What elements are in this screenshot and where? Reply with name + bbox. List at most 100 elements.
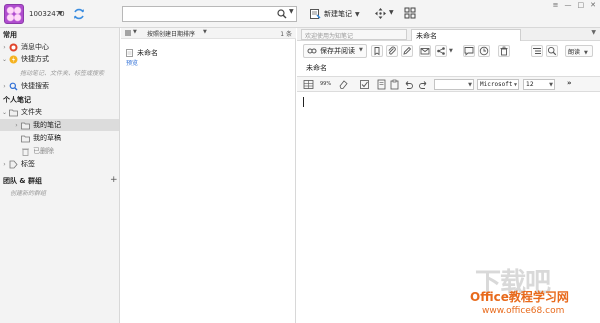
search-options-chevron-icon[interactable]: ▼ [289,8,294,15]
tab-list-chevron-icon[interactable]: ▼ [591,29,596,36]
note-toolbar: 保存并阅读 ▼ ▼ 朗读 ▼ [297,42,600,60]
lightning-icon [9,55,18,63]
undo-icon [405,81,413,89]
chevron-down-icon[interactable]: ▼ [355,11,360,18]
collapse-arrow-icon[interactable]: ⌄ [0,56,9,63]
grid-icon[interactable] [404,7,416,19]
tab-untitled[interactable]: 未命名 [411,29,521,41]
collapse-arrow-icon[interactable]: ⌄ [0,109,9,116]
eraser-button[interactable] [338,79,349,90]
top-toolbar: 10032470 ▼ ▼ 新建笔记 ▼ ▼ ≡ — □ ✕ [0,0,600,28]
more-tools-button[interactable]: » [567,79,572,87]
new-note-button[interactable]: 新建笔记 ▼ [306,6,363,22]
comment-button[interactable] [463,45,475,57]
view-mode-icon[interactable] [124,29,132,37]
note-list-panel: ▼ 按照创建日期排序 ▼ 1 条 未命名 预览 [121,28,296,323]
chevron-down-icon[interactable]: ▼ [58,10,63,17]
note-preview: 预览 [126,60,139,67]
tab-bar: 欢迎使用为知笔记 未命名 ▼ [297,28,600,41]
maximize-icon[interactable]: □ [578,1,585,9]
window-controls: ≡ — □ ✕ [553,1,596,9]
expand-arrow-icon[interactable]: › [12,122,21,129]
paste-button[interactable] [389,79,400,90]
new-note-label: 新建笔记 [324,10,352,18]
expand-arrow-icon[interactable]: › [0,44,9,51]
chevron-down-icon[interactable]: ▼ [449,48,453,54]
chevron-down-icon: ▼ [513,82,517,88]
note-icon [126,49,133,57]
sort-selector[interactable]: 按照创建日期排序 [147,29,195,38]
minimize-icon[interactable]: — [565,1,572,9]
sidebar-item-deleted[interactable]: 已删除 [0,145,119,157]
expand-arrow-icon[interactable]: › [0,83,9,90]
find-button[interactable] [546,45,558,57]
search-icon [547,46,557,56]
editor-panel: 欢迎使用为知笔记 未命名 ▼ 保存并阅读 ▼ ▼ 朗读 ▼ 未命名 99% ▼ … [297,28,600,323]
move-arrows-icon[interactable] [374,7,387,20]
note-count: 1 条 [280,31,292,38]
eraser-icon [339,80,348,89]
outline-icon [533,48,541,54]
document-button[interactable] [376,79,387,90]
chevron-down-icon[interactable]: ▼ [203,29,207,35]
zoom-percent[interactable]: 99% [320,81,331,87]
paragraph-style-select[interactable]: ▼ [434,79,474,90]
search-box[interactable] [122,6,297,22]
undo-button[interactable] [403,79,414,90]
chevron-down-icon[interactable]: ▼ [584,50,588,56]
delete-button[interactable] [498,45,510,57]
folder-icon [9,109,18,116]
message-icon [9,43,18,51]
edit-button[interactable] [401,45,413,57]
sidebar: 常用 › 消息中心 ⌄ 快捷方式 拖动笔记、文件夹、标签或搜索 › 快捷搜索 个… [0,28,120,323]
add-group-button[interactable]: + [110,175,118,185]
sidebar-item-folders[interactable]: ⌄ 文件夹 [0,106,119,118]
sidebar-item-my-drafts[interactable]: 我的草稿 [0,132,119,144]
search-input[interactable] [126,9,271,20]
read-aloud-button[interactable]: 朗读 ▼ [565,45,593,57]
close-icon[interactable]: ✕ [590,1,596,9]
redo-icon [419,81,427,89]
sidebar-item-label: 已删除 [33,147,54,155]
bookmark-button[interactable] [371,45,383,57]
note-title: 未命名 [137,49,158,57]
clock-icon [479,46,489,56]
note-title-input[interactable] [306,63,596,73]
sidebar-item-label: 标签 [21,160,35,168]
sidebar-item-label: 消息中心 [21,43,49,51]
checkbox-button[interactable] [359,79,370,90]
sync-icon[interactable] [72,7,86,21]
sidebar-item-quick-search[interactable]: › 快捷搜索 [0,80,119,92]
search-icon[interactable] [277,9,287,19]
list-item[interactable]: 未命名 预览 [125,47,285,69]
sidebar-item-message-center[interactable]: › 消息中心 [0,41,119,53]
sidebar-item-shortcuts[interactable]: ⌄ 快捷方式 [0,53,119,65]
read-aloud-label: 朗读 [568,49,581,56]
chevron-down-icon[interactable]: ▼ [389,9,394,16]
comment-icon [464,47,474,56]
font-size-value: 12 [526,81,534,88]
share-button[interactable] [435,45,447,57]
attachment-button[interactable] [386,45,398,57]
search-icon [9,82,18,90]
font-family-select[interactable]: Microsoft ▼ [477,79,519,90]
redo-button[interactable] [418,79,429,90]
reminder-button[interactable] [478,45,490,57]
save-and-read-label: 保存并阅读 [320,47,355,55]
save-and-read-button[interactable]: 保存并阅读 [303,44,367,58]
expand-arrow-icon[interactable]: › [0,161,9,168]
tab-welcome[interactable]: 欢迎使用为知笔记 [301,29,407,40]
bookmark-icon [374,47,380,56]
chevron-down-icon[interactable]: ▼ [133,29,137,35]
menu-icon[interactable]: ≡ [553,1,559,9]
font-size-select[interactable]: 12 ▼ [523,79,555,90]
outline-button[interactable] [531,45,543,57]
sidebar-item-my-notes[interactable]: › 我的笔记 [0,119,119,131]
table-button[interactable] [303,79,314,90]
avatar[interactable] [4,4,24,24]
document-icon [377,79,386,90]
mail-button[interactable] [419,45,431,57]
folder-icon [21,122,30,129]
sidebar-item-tags[interactable]: › 标签 [0,158,119,170]
chevron-down-icon[interactable]: ▼ [359,47,363,53]
